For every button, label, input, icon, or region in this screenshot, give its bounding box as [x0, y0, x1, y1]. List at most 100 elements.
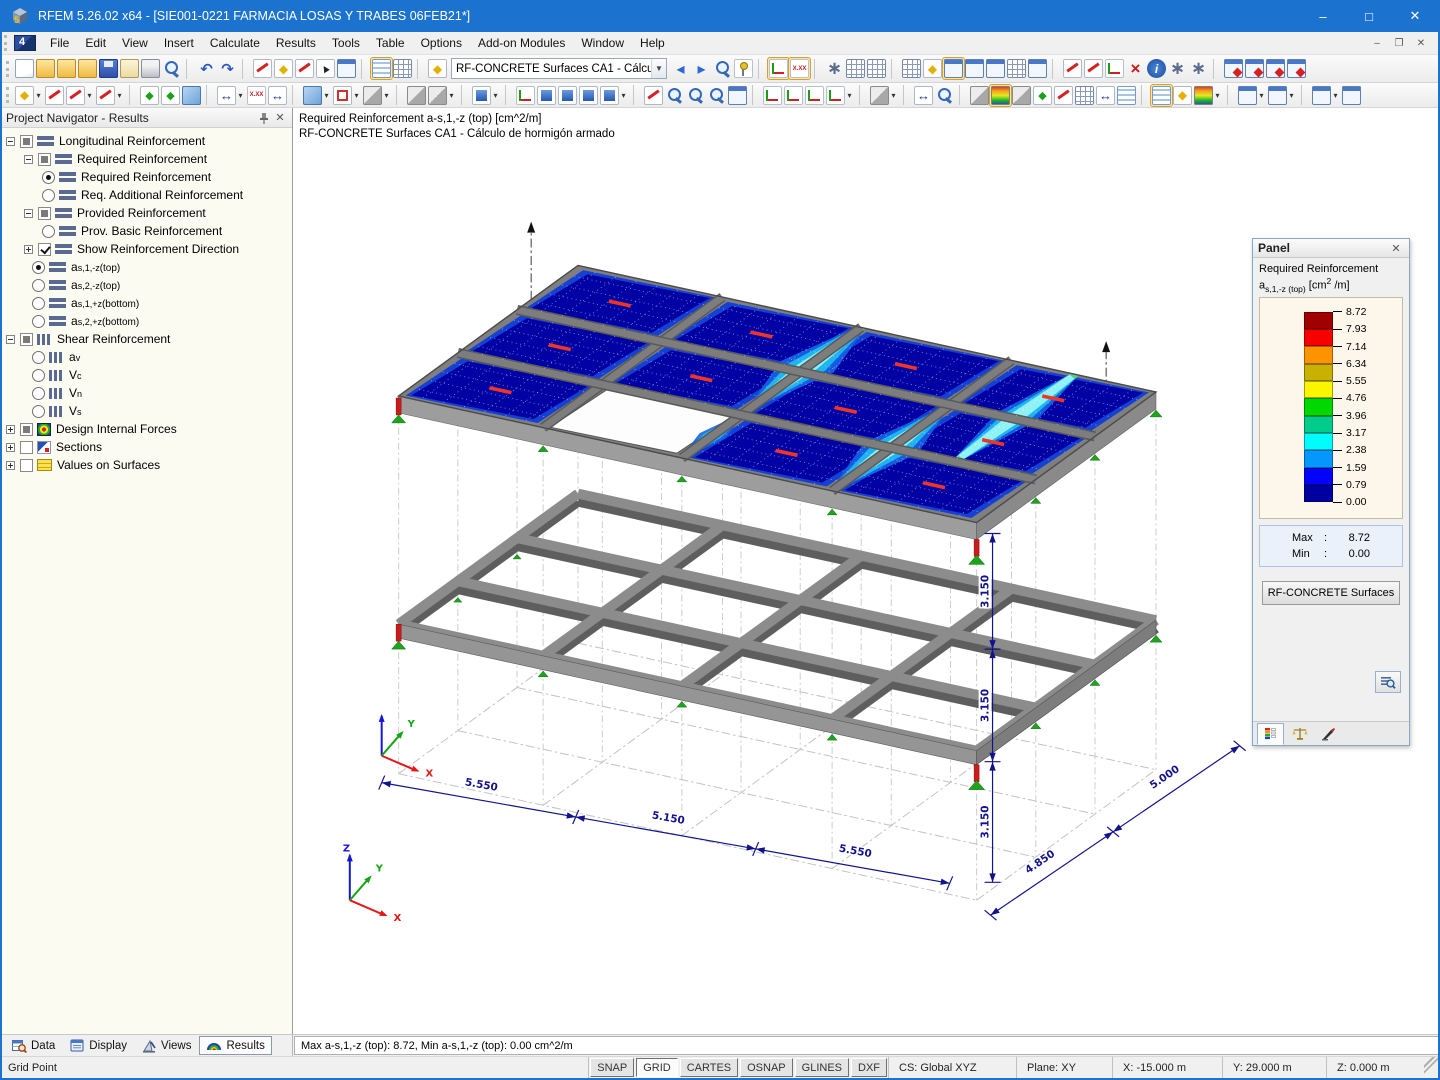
radio-button[interactable]: [32, 351, 45, 364]
combo-arrow-icon[interactable]: ▼: [651, 59, 666, 78]
nodal-support-button[interactable]: [515, 85, 536, 106]
result-window-1-button[interactable]: [1223, 58, 1244, 79]
units-button[interactable]: [824, 58, 845, 79]
section-view-button[interactable]: [1095, 85, 1116, 106]
menu-item[interactable]: Window: [573, 33, 632, 53]
tree-item[interactable]: Vc: [2, 366, 292, 384]
checkbox[interactable]: [20, 441, 33, 454]
menu-item[interactable]: View: [114, 33, 156, 53]
mdi-minimize-button[interactable]: –: [1366, 35, 1388, 52]
tree-item[interactable]: as,1,+z (bottom): [2, 294, 292, 312]
checkbox[interactable]: [20, 459, 33, 472]
menu-item[interactable]: Tools: [324, 33, 368, 53]
loupe-button[interactable]: [712, 58, 733, 79]
expander-icon[interactable]: [6, 443, 15, 452]
redo-button[interactable]: [217, 58, 238, 79]
solid-render-button[interactable]: [990, 85, 1011, 106]
section-line-button[interactable]: [913, 85, 934, 106]
new-window-button[interactable]: [336, 58, 357, 79]
block-library-button[interactable]: ▾: [427, 85, 457, 106]
tab-display[interactable]: Display: [63, 1036, 134, 1055]
search-values-button[interactable]: [1375, 671, 1401, 693]
info-button[interactable]: [1146, 58, 1167, 79]
new-load-button[interactable]: ▾: [471, 85, 501, 106]
menu-item[interactable]: Results: [268, 33, 324, 53]
expander-icon[interactable]: [24, 209, 33, 218]
dim-linear-button[interactable]: ▾: [216, 85, 246, 106]
new-line-button[interactable]: [44, 85, 65, 106]
result-table-button[interactable]: [1116, 85, 1137, 106]
tree-item[interactable]: Design Internal Forces: [2, 420, 292, 438]
menu-item[interactable]: Help: [632, 33, 673, 53]
tab-views[interactable]: Views: [135, 1036, 198, 1055]
radio-button[interactable]: [32, 369, 45, 382]
tree-item[interactable]: Required Reinforcement: [2, 168, 292, 186]
cut-button[interactable]: [1062, 58, 1083, 79]
round-selection-button[interactable]: [1083, 58, 1104, 79]
expander-icon[interactable]: [6, 425, 15, 434]
new-member-button[interactable]: [139, 85, 160, 106]
tree-item[interactable]: Vs: [2, 402, 292, 420]
dropdown-caret[interactable]: ▾: [1331, 91, 1340, 100]
checkbox[interactable]: [38, 207, 51, 220]
dropdown-caret[interactable]: ▾: [447, 91, 456, 100]
surface-from-members-button[interactable]: [181, 85, 202, 106]
module-case-dropdown[interactable]: RF-CONCRETE Surfaces CA1 - Cálculo d ▼: [451, 58, 667, 79]
radio-button[interactable]: [32, 387, 45, 400]
tree-item[interactable]: as,2,-z (top): [2, 276, 292, 294]
expander-icon[interactable]: [6, 137, 15, 146]
dropdown-caret[interactable]: ▾: [619, 91, 628, 100]
menu-item[interactable]: Edit: [77, 33, 114, 53]
maximize-button[interactable]: □: [1346, 0, 1392, 32]
expander-icon[interactable]: [24, 155, 33, 164]
new-file-button[interactable]: [14, 58, 35, 79]
menu-item[interactable]: Options: [413, 33, 470, 53]
tree-item[interactable]: Sections: [2, 438, 292, 456]
dropdown-caret[interactable]: ▾: [115, 91, 124, 100]
tree-item[interactable]: Vn: [2, 384, 292, 402]
panel-header[interactable]: Panel ✕: [1253, 239, 1409, 258]
color-scale-button[interactable]: ▾: [1193, 85, 1223, 106]
tree-item[interactable]: as,1,-z (top): [2, 258, 292, 276]
model-render-button[interactable]: [1011, 85, 1032, 106]
generators-button[interactable]: [1188, 58, 1209, 79]
result-window-4-button[interactable]: [1286, 58, 1307, 79]
window-layout-1-button[interactable]: ▾: [1237, 85, 1267, 106]
filter-tab[interactable]: [1315, 723, 1342, 745]
view-z-button[interactable]: [804, 85, 825, 106]
mirror-button[interactable]: [1104, 58, 1125, 79]
nodal-load-button[interactable]: [536, 85, 557, 106]
dropdown-caret[interactable]: ▾: [1257, 91, 1266, 100]
generate-model-1-button[interactable]: [964, 58, 985, 79]
result-window-3-button[interactable]: [1265, 58, 1286, 79]
dropdown-caret[interactable]: ▾: [322, 91, 331, 100]
new-node-button[interactable]: ▾: [14, 85, 44, 106]
rf-concrete-surfaces-button[interactable]: RF-CONCRETE Surfaces: [1262, 581, 1400, 605]
surface-load-button[interactable]: [578, 85, 599, 106]
table-manager-button[interactable]: [392, 58, 413, 79]
visibility-flag-button[interactable]: [1027, 58, 1048, 79]
close-panel-icon[interactable]: ✕: [1388, 240, 1404, 256]
close-navigator-icon[interactable]: ✕: [272, 110, 288, 126]
dropdown-caret[interactable]: ▾: [352, 91, 361, 100]
checkbox[interactable]: [20, 135, 33, 148]
move-nodes-button[interactable]: [943, 58, 964, 79]
tree-item[interactable]: Show Reinforcement Direction: [2, 240, 292, 258]
zoom-window-button[interactable]: [706, 85, 727, 106]
open-file-button[interactable]: [35, 58, 56, 79]
nav-back-button[interactable]: [670, 58, 691, 79]
project-open-button[interactable]: [56, 58, 77, 79]
dropdown-caret[interactable]: ▾: [85, 91, 94, 100]
result-pin-button[interactable]: [733, 58, 754, 79]
radio-button[interactable]: [42, 189, 55, 202]
center-view-button[interactable]: [294, 58, 315, 79]
radio-button[interactable]: [42, 171, 55, 184]
mdi-close-button[interactable]: ✕: [1410, 35, 1432, 52]
panel-toggle-button[interactable]: [1151, 85, 1172, 106]
deformation-display-button[interactable]: [1032, 85, 1053, 106]
special-selection-button[interactable]: [315, 58, 336, 79]
zoom-out-button[interactable]: [685, 85, 706, 106]
dropdown-caret[interactable]: ▾: [236, 91, 245, 100]
block-insert-button[interactable]: [406, 85, 427, 106]
tree-item[interactable]: as,2,+z (bottom): [2, 312, 292, 330]
